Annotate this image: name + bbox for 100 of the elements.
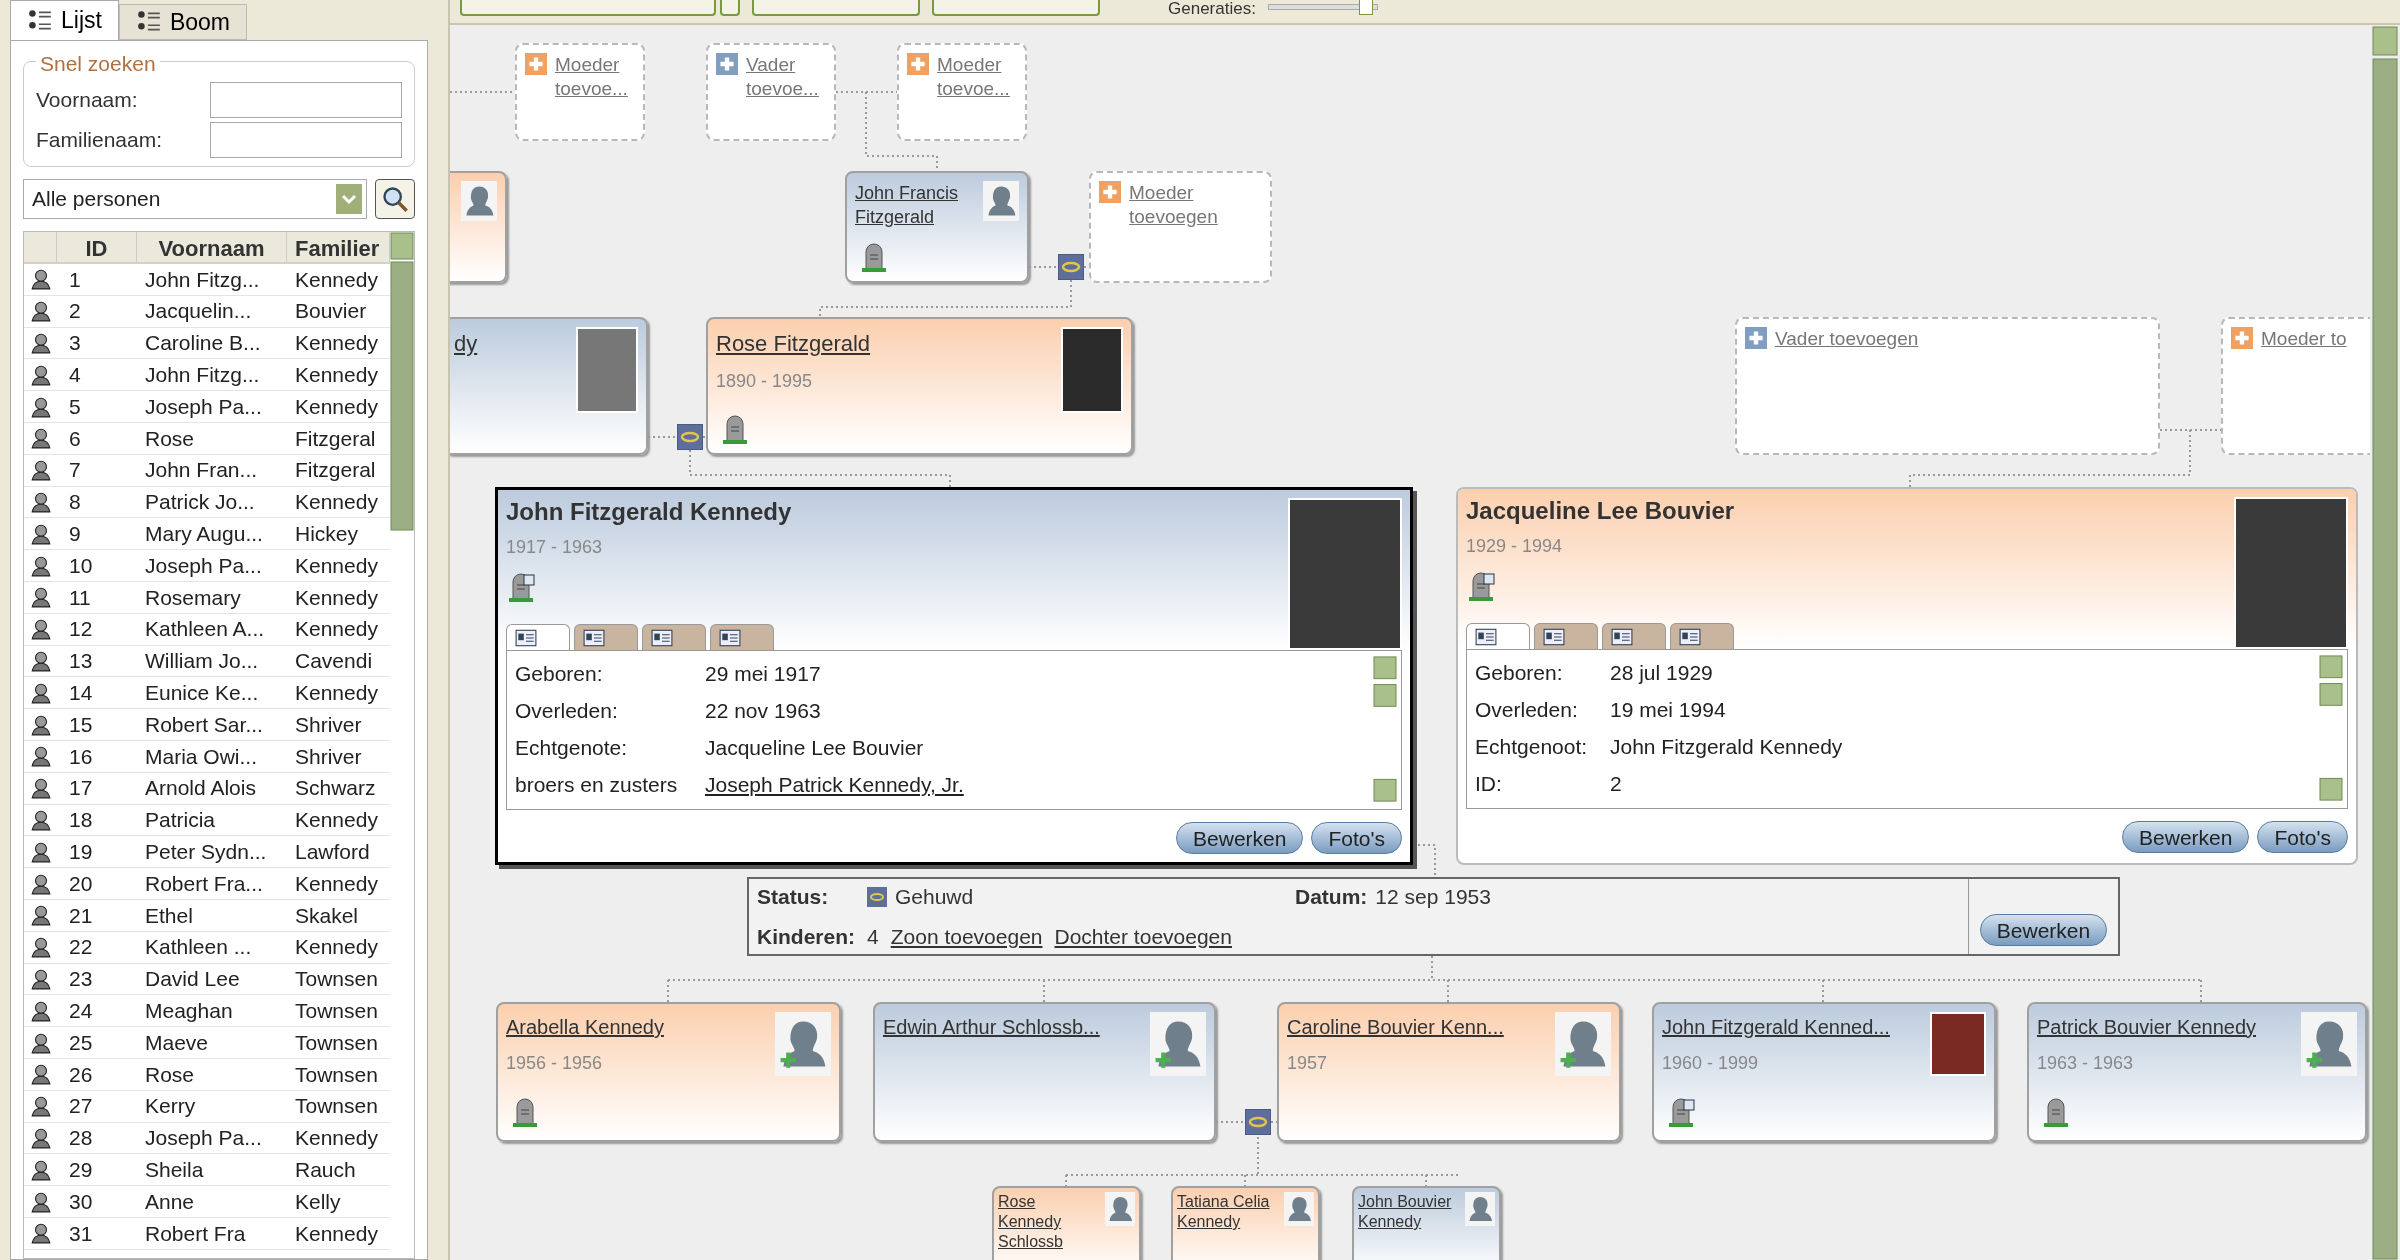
input-field[interactable] bbox=[210, 82, 402, 118]
table-row[interactable]: 13 William Jo... Cavendi bbox=[24, 645, 390, 678]
view-tab[interactable]: Lijst bbox=[10, 0, 119, 40]
filter-dropdown[interactable]: Alle personen bbox=[23, 179, 367, 219]
detail-tab[interactable] bbox=[506, 624, 570, 650]
ring-icon[interactable] bbox=[1058, 254, 1084, 280]
scrollbar[interactable] bbox=[2370, 25, 2400, 1260]
input-field[interactable] bbox=[210, 122, 402, 158]
person-name-link[interactable]: Edwin Arthur Schlossb... bbox=[883, 1012, 1100, 1042]
table-row[interactable]: 15 Robert Sar... Shriver bbox=[24, 709, 390, 741]
ring-icon[interactable] bbox=[1245, 1109, 1271, 1135]
person-name-link[interactable]: dy bbox=[454, 327, 478, 360]
person-card[interactable]: Tatiana Celia Kennedy bbox=[1171, 1186, 1320, 1260]
person-name-link[interactable]: John Bouvier Kennedy bbox=[1358, 1192, 1461, 1232]
table-row[interactable]: 30 Anne Kelly bbox=[24, 1186, 390, 1218]
detail-tab[interactable] bbox=[710, 624, 774, 650]
scrollbar[interactable] bbox=[390, 232, 414, 532]
person-card[interactable]: Rose Fitzgerald 1890 - 1995 bbox=[706, 317, 1133, 455]
table-row[interactable]: 8 Patrick Jo... Kennedy bbox=[24, 486, 390, 519]
plus-icon[interactable] bbox=[907, 53, 929, 75]
person-card[interactable]: Patrick Bouvier Kennedy 1963 - 1963 bbox=[2027, 1002, 2367, 1142]
tombstone-icon[interactable] bbox=[2041, 1098, 2071, 1128]
edit-button[interactable]: Bewerken bbox=[1979, 914, 2108, 946]
person-name-link[interactable]: Rose Kennedy Schlossb bbox=[998, 1192, 1101, 1252]
person-card[interactable]: John Fitzgerald Kenned... 1960 - 1999 bbox=[1652, 1002, 1996, 1142]
detail-tab[interactable] bbox=[1670, 623, 1734, 649]
table-row[interactable]: 6 Rose Fitzgeral bbox=[24, 423, 390, 455]
plus-icon[interactable] bbox=[1745, 327, 1767, 349]
table-row[interactable]: 2 Jacquelin... Bouvier bbox=[24, 295, 390, 328]
add-parent-link[interactable]: Vader toevoegen bbox=[1775, 327, 1919, 351]
table-row[interactable]: 21 Ethel Skakel bbox=[24, 899, 390, 932]
plus-icon[interactable] bbox=[2231, 327, 2253, 349]
add-parent-link[interactable]: Moeder to bbox=[2261, 327, 2347, 351]
toolbar-button[interactable] bbox=[720, 0, 740, 16]
card-button[interactable]: Foto's bbox=[1311, 822, 1402, 854]
person-card[interactable]: Edwin Arthur Schlossb... bbox=[873, 1002, 1216, 1142]
table-row[interactable]: 9 Mary Augu... Hickey bbox=[24, 518, 390, 551]
person-name-link[interactable]: Tatiana Celia Kennedy bbox=[1177, 1192, 1280, 1232]
person-card[interactable]: Rose Kennedy Schlossb bbox=[992, 1186, 1141, 1260]
table-row[interactable]: 29 Sheila Rauch bbox=[24, 1154, 390, 1187]
card-button[interactable]: Bewerken bbox=[1176, 822, 1304, 854]
add-child-link[interactable]: Dochter toevoegen bbox=[1054, 920, 1232, 952]
view-tab[interactable]: Boom bbox=[118, 4, 247, 40]
slider-thumb[interactable] bbox=[1359, 0, 1374, 15]
add-child-link[interactable]: Zoon toevoegen bbox=[890, 920, 1043, 952]
table-row[interactable]: 12 Kathleen A... Kennedy bbox=[24, 613, 390, 646]
search-button[interactable] bbox=[375, 179, 415, 219]
table-row[interactable]: 24 Meaghan Townsen bbox=[24, 995, 390, 1028]
tombstone-icon[interactable] bbox=[720, 415, 750, 445]
toolbar-button[interactable] bbox=[460, 0, 716, 16]
table-row[interactable]: 5 Joseph Pa... Kennedy bbox=[24, 391, 390, 423]
person-name-link[interactable]: Arabella Kennedy bbox=[506, 1012, 664, 1042]
tombstone-icon[interactable] bbox=[506, 573, 536, 603]
card-button[interactable]: Foto's bbox=[2257, 821, 2348, 853]
person-card[interactable]: John Bouvier Kennedy bbox=[1352, 1186, 1501, 1260]
add-parent-link[interactable]: Moeder toevoe... bbox=[937, 53, 1017, 101]
table-row[interactable]: 4 John Fitzg... Kennedy bbox=[24, 359, 390, 392]
table-row[interactable]: 26 Rose Townsen bbox=[24, 1058, 390, 1091]
tombstone-icon[interactable] bbox=[1666, 1098, 1696, 1128]
table-row[interactable]: 22 Kathleen ... Kennedy bbox=[24, 931, 390, 964]
table-row[interactable]: 7 John Fran... Fitzgeral bbox=[24, 454, 390, 487]
table-row[interactable]: 18 Patricia Kennedy bbox=[24, 804, 390, 837]
card-button[interactable]: Bewerken bbox=[2122, 821, 2250, 853]
column-header[interactable]: Voornaam bbox=[137, 232, 287, 262]
table-row[interactable]: 27 Kerry Townsen bbox=[24, 1090, 390, 1123]
person-name-link[interactable]: Patrick Bouvier Kennedy bbox=[2037, 1012, 2256, 1042]
plus-icon[interactable] bbox=[1099, 181, 1121, 203]
person-name-link[interactable]: John Fitzgerald Kenned... bbox=[1662, 1012, 1890, 1042]
plus-icon[interactable] bbox=[716, 53, 738, 75]
table-row[interactable]: 3 Caroline B... Kennedy bbox=[24, 327, 390, 360]
add-parent-link[interactable]: Vader toevoe... bbox=[746, 53, 826, 101]
detail-tab[interactable] bbox=[1466, 623, 1530, 649]
table-row[interactable]: 31 Robert Fra Kennedy bbox=[24, 1217, 390, 1250]
table-row[interactable]: 19 Peter Sydn... Lawford bbox=[24, 836, 390, 869]
table-row[interactable]: 28 Joseph Pa... Kennedy bbox=[24, 1122, 390, 1155]
add-parent-link[interactable]: Moeder toevoe... bbox=[555, 53, 635, 101]
detail-tab[interactable] bbox=[1602, 623, 1666, 649]
person-card[interactable] bbox=[450, 171, 507, 283]
ring-icon[interactable] bbox=[677, 424, 703, 450]
add-parent-link[interactable]: Moeder toevoegen bbox=[1129, 181, 1262, 229]
table-row[interactable]: 14 Eunice Ke... Kennedy bbox=[24, 677, 390, 710]
tombstone-icon[interactable] bbox=[1466, 572, 1496, 602]
detail-tab[interactable] bbox=[574, 624, 638, 650]
person-name-link[interactable]: John Francis Fitzgerald bbox=[855, 181, 975, 229]
column-header[interactable]: ID bbox=[57, 232, 137, 262]
tombstone-icon[interactable] bbox=[859, 243, 889, 273]
person-name-link[interactable]: Rose Fitzgerald bbox=[716, 327, 871, 360]
table-row[interactable]: 25 Maeve Townsen bbox=[24, 1027, 390, 1059]
person-card[interactable]: Arabella Kennedy 1956 - 1956 bbox=[496, 1002, 841, 1142]
detail-link[interactable]: Joseph Patrick Kennedy, Jr. bbox=[705, 768, 964, 801]
person-card[interactable]: Caroline Bouvier Kenn... 1957 bbox=[1277, 1002, 1621, 1142]
person-name-link[interactable]: Caroline Bouvier Kenn... bbox=[1287, 1012, 1504, 1042]
table-row[interactable]: 10 Joseph Pa... Kennedy bbox=[24, 550, 390, 582]
table-row[interactable]: 11 Rosemary Kennedy bbox=[24, 581, 390, 614]
toolbar-button[interactable] bbox=[752, 0, 920, 16]
table-row[interactable]: 17 Arnold Alois Schwarz bbox=[24, 772, 390, 805]
table-row[interactable]: 20 Robert Fra... Kennedy bbox=[24, 868, 390, 900]
detail-tab[interactable] bbox=[1534, 623, 1598, 649]
detail-tab[interactable] bbox=[642, 624, 706, 650]
tombstone-icon[interactable] bbox=[510, 1098, 540, 1128]
